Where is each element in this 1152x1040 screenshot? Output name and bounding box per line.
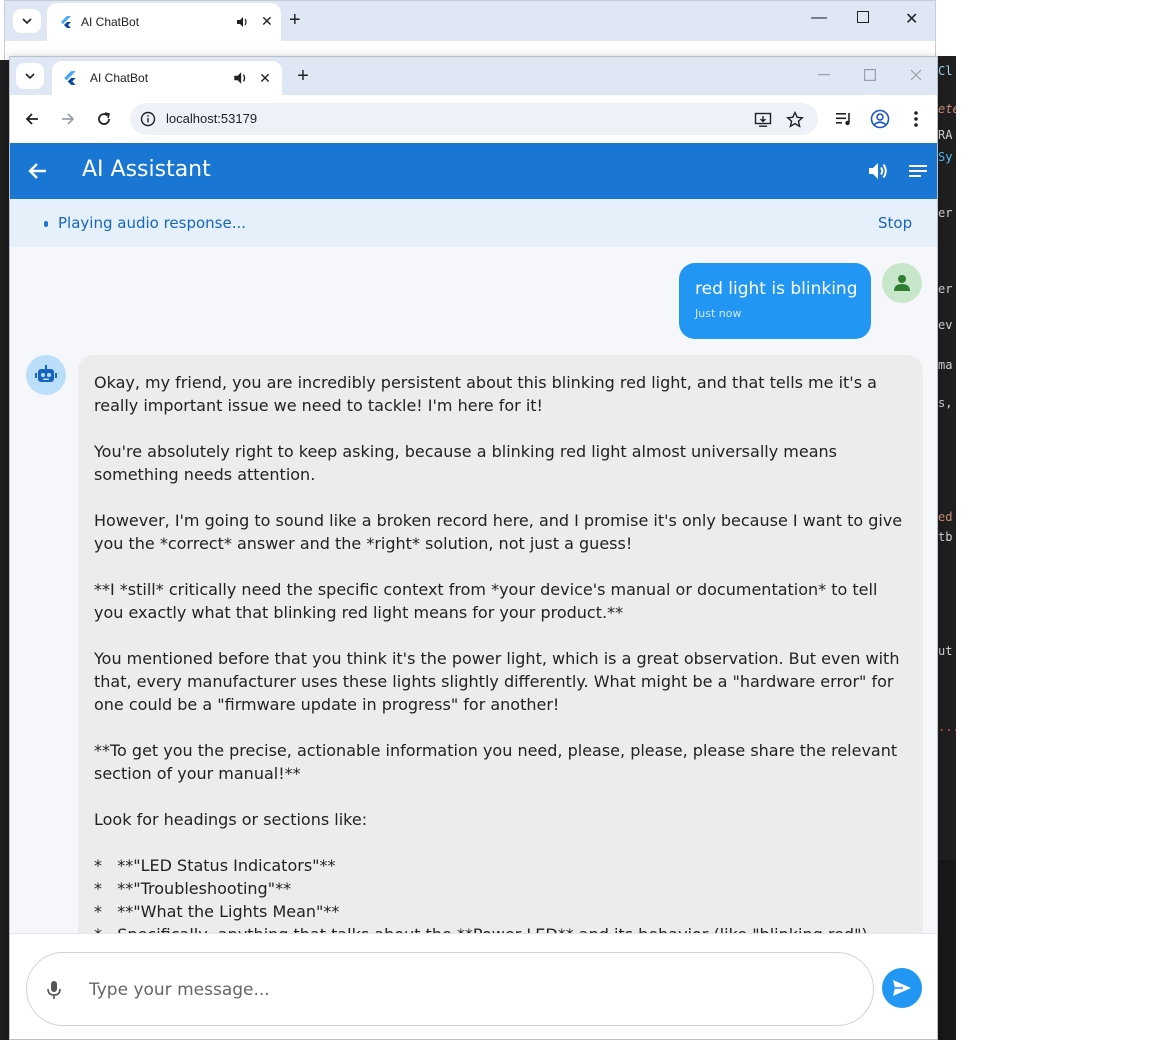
background-tab-search-button[interactable] — [13, 9, 41, 33]
bot-message-bullet: * **"Troubleshooting"** — [94, 879, 292, 898]
send-icon — [893, 980, 911, 996]
bot-message-paragraph: You're absolutely right to keep asking, … — [94, 442, 843, 484]
bot-message-bullet: * Specifically, anything that talks abou… — [94, 923, 907, 933]
audio-status-banner: Playing audio response... Stop — [10, 199, 937, 247]
bot-message-bullet: * **"LED Status Indicators"** — [94, 856, 336, 875]
message-composer — [10, 933, 937, 1039]
chevron-down-icon — [22, 18, 32, 24]
background-browser-window: AI ChatBot ✕ + — ✕ — [4, 0, 936, 61]
user-message-bubble: red light is blinking Just now — [679, 263, 871, 339]
browser-toolbar: localhost:53179 — [10, 95, 937, 143]
stop-audio-button[interactable]: Stop — [878, 214, 912, 232]
message-input[interactable] — [89, 973, 849, 1007]
reload-icon[interactable] — [92, 107, 116, 131]
menu-lines-icon[interactable] — [906, 159, 930, 183]
bot-message-paragraph: Look for headings or sections like: — [94, 810, 368, 829]
maximize-icon[interactable] — [856, 63, 884, 87]
bot-message-paragraph: However, I'm going to sound like a broke… — [94, 511, 908, 553]
back-icon[interactable] — [20, 107, 44, 131]
bot-message-paragraph: You mentioned before that you think it's… — [94, 649, 905, 714]
tabstrip: AI ChatBot ✕ + — [10, 57, 937, 95]
mic-icon[interactable] — [45, 980, 63, 1000]
bot-message-paragraph: Okay, my friend, you are incredibly pers… — [94, 373, 883, 415]
close-window-icon[interactable]: ✕ — [905, 9, 918, 29]
browser-window: AI ChatBot ✕ + localhost:53179 AI Assist… — [9, 56, 938, 1040]
address-bar[interactable]: localhost:53179 — [130, 103, 818, 135]
close-icon[interactable]: ✕ — [258, 71, 272, 85]
new-tab-icon[interactable]: + — [289, 9, 301, 32]
background-tab-title: AI ChatBot — [81, 15, 140, 29]
message-input-container[interactable] — [26, 952, 874, 1026]
close-window-icon[interactable] — [902, 63, 930, 87]
audio-progress-indicator — [44, 221, 48, 227]
chat-messages[interactable]: red light is blinking Just now Okay, my … — [10, 247, 937, 933]
forward-icon[interactable] — [56, 107, 80, 131]
bot-message-bullet: * **"What the Lights Mean"** — [94, 902, 340, 921]
close-icon[interactable]: ✕ — [261, 13, 273, 30]
url-text[interactable]: localhost:53179 — [166, 111, 257, 126]
message-timestamp: Just now — [695, 307, 742, 320]
browser-tab[interactable]: AI ChatBot ✕ — [52, 61, 282, 95]
person-icon — [894, 275, 910, 291]
media-control-icon[interactable] — [832, 107, 856, 131]
install-app-icon[interactable] — [754, 111, 772, 129]
maximize-icon[interactable] — [857, 11, 869, 23]
editor-panel — [936, 860, 956, 1040]
page-title: AI Assistant — [82, 157, 211, 182]
volume-icon[interactable] — [866, 159, 890, 183]
audio-status-text: Playing audio response... — [58, 214, 247, 232]
bookmark-star-icon[interactable] — [786, 111, 804, 129]
minimize-icon[interactable] — [810, 63, 838, 87]
arrow-left-icon[interactable] — [26, 159, 50, 183]
tab-audio-icon[interactable] — [235, 15, 249, 29]
site-info-icon[interactable] — [140, 111, 156, 127]
minimize-icon[interactable]: — — [811, 9, 827, 27]
app-bar: AI Assistant — [10, 143, 937, 199]
left-desktop-strip — [0, 60, 9, 1040]
user-message-text: red light is blinking — [695, 279, 858, 299]
background-tabstrip: AI ChatBot ✕ + — ✕ — [5, 1, 935, 41]
send-button[interactable] — [882, 968, 922, 1008]
bot-message-paragraph: **I *still* critically need the specific… — [94, 580, 883, 622]
profile-icon[interactable] — [868, 107, 892, 131]
chevron-down-icon — [25, 73, 35, 79]
new-tab-icon[interactable]: + — [292, 65, 314, 87]
user-avatar — [882, 263, 922, 303]
tab-title: AI ChatBot — [90, 71, 149, 85]
tab-search-button[interactable] — [16, 63, 44, 89]
bot-message-bubble: Okay, my friend, you are incredibly pers… — [78, 355, 923, 933]
bot-avatar — [26, 355, 66, 395]
tab-audio-icon[interactable] — [232, 70, 248, 86]
flutter-favicon-icon — [61, 16, 71, 28]
robot-icon — [35, 365, 57, 382]
bot-message-paragraph: **To get you the precise, actionable inf… — [94, 741, 903, 783]
more-vertical-icon[interactable] — [904, 107, 928, 131]
flutter-favicon-icon — [64, 71, 76, 85]
background-tab[interactable]: AI ChatBot ✕ — [47, 3, 281, 41]
